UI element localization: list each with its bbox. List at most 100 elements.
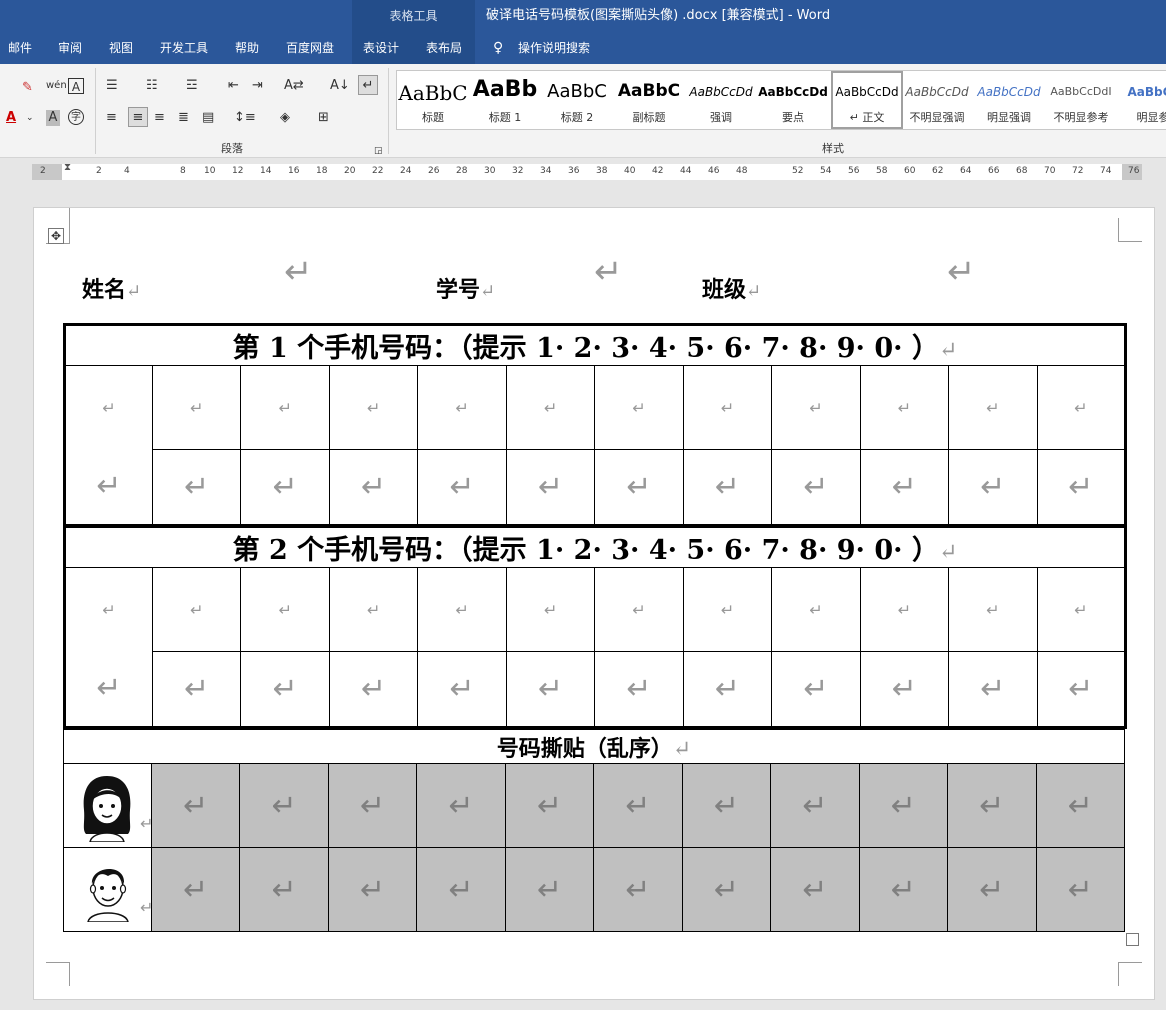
table-cell[interactable]: ↵ <box>947 763 1037 848</box>
table-cell[interactable]: ↵ <box>328 567 419 652</box>
borders-icon[interactable]: ⊞ <box>318 110 329 126</box>
table-cell[interactable]: ↵ <box>240 651 330 728</box>
table-cell[interactable]: ↵ <box>593 763 683 848</box>
style-normal[interactable]: AaBbCcDd ↵ 正文 <box>831 71 903 129</box>
multilevel-list-icon[interactable]: ☲ <box>186 78 198 94</box>
table-cell[interactable]: ↵ <box>417 365 507 450</box>
table-cell[interactable]: ↵ <box>240 365 330 450</box>
tell-me-search[interactable]: 操作说明搜索 <box>518 32 590 64</box>
bullets-icon[interactable]: ☰ <box>106 78 118 94</box>
table-cell[interactable]: ↵ <box>150 763 241 848</box>
table-cell[interactable]: ↵ <box>417 567 507 652</box>
table-cell[interactable]: ↵ <box>771 651 861 728</box>
table-cell[interactable]: ↵ <box>328 651 419 728</box>
decrease-indent-icon[interactable]: ⇤ <box>228 78 239 94</box>
paragraph-launcher-icon[interactable]: ◲ <box>374 143 383 159</box>
table-cell[interactable]: ↵ <box>859 365 950 450</box>
table-cell[interactable]: ↵ <box>1035 763 1126 848</box>
tab-help[interactable]: 帮助 <box>235 32 259 64</box>
table-cell[interactable]: ↵ <box>594 365 684 450</box>
table-move-handle-icon[interactable]: ✥ <box>48 228 64 244</box>
numbering-icon[interactable]: ☷ <box>146 78 158 94</box>
table-cell[interactable]: ↵ <box>858 847 949 932</box>
phonetic-guide-icon[interactable]: wén <box>46 78 67 94</box>
tab-mailings[interactable]: 邮件 <box>8 32 32 64</box>
table-cell[interactable]: ↵ <box>505 567 596 652</box>
table-cell[interactable]: ↵ <box>770 847 860 932</box>
increase-indent-icon[interactable]: ⇥ <box>252 78 263 94</box>
sort-icon[interactable]: A↓ <box>330 78 350 94</box>
style-intense-reference[interactable]: AaBbCc 明显参 <box>1117 71 1166 129</box>
tab-review[interactable]: 审阅 <box>58 32 82 64</box>
table-cell[interactable]: ↵ <box>594 449 684 526</box>
table-cell[interactable]: ↵ <box>593 847 683 932</box>
table-cell[interactable]: ↵ <box>239 763 329 848</box>
align-right-icon[interactable]: ≡ <box>154 110 165 126</box>
style-heading-2[interactable]: AaBbC 标题 2 <box>541 71 613 129</box>
table-cell[interactable]: ↵ <box>151 449 242 526</box>
table-cell[interactable]: ↵ <box>770 763 860 848</box>
table-cell[interactable]: ↵ <box>150 847 241 932</box>
table-cell[interactable]: ↵ <box>328 449 419 526</box>
table-cell[interactable]: ↵ <box>948 567 1038 652</box>
distributed-icon[interactable]: ▤ <box>202 110 214 126</box>
style-emphasis[interactable]: AaBbCcDd 强调 <box>685 71 757 129</box>
show-marks-icon[interactable]: ↵ <box>358 75 378 95</box>
table-cell[interactable]: ↵ <box>504 847 595 932</box>
tab-view[interactable]: 视图 <box>109 32 133 64</box>
table-cell[interactable]: ↵ <box>417 651 507 728</box>
style-subtle-emphasis[interactable]: AaBbCcDd 不明显强调 <box>901 71 973 129</box>
table-cell[interactable]: ↵ <box>858 763 949 848</box>
table-cell[interactable]: ↵ <box>504 763 595 848</box>
table-cell[interactable]: ↵ <box>151 567 242 652</box>
style-subtitle[interactable]: AaBbC 副标题 <box>613 71 685 129</box>
table-cell[interactable]: ↵ <box>947 847 1037 932</box>
table-cell[interactable]: ↵ <box>505 651 596 728</box>
table-cell[interactable]: ↵ <box>1035 847 1126 932</box>
tab-developer[interactable]: 开发工具 <box>160 32 208 64</box>
table-cell[interactable]: ↵ <box>682 449 773 526</box>
table-cell[interactable]: ↵ <box>594 651 684 728</box>
table-cell[interactable]: ↵ <box>1036 365 1127 450</box>
table-cell[interactable]: ↵ <box>682 567 773 652</box>
table-cell[interactable]: ↵ <box>594 567 684 652</box>
table-cell[interactable]: ↵ <box>416 847 506 932</box>
table-cell[interactable]: ↵ <box>1036 567 1127 652</box>
font-color-icon[interactable]: A <box>6 110 16 126</box>
table-cell[interactable]: ↵ <box>239 847 329 932</box>
table-cell[interactable]: ↵ <box>327 847 418 932</box>
style-title[interactable]: AaBbC 标题 <box>397 71 469 129</box>
tab-baidu-netdisk[interactable]: 百度网盘 <box>286 32 334 64</box>
table-cell[interactable]: ↵ <box>681 847 772 932</box>
table-cell[interactable]: ↵ <box>240 449 330 526</box>
table-cell[interactable]: ↵ <box>681 763 772 848</box>
horizontal-ruler[interactable]: 2 2 4 8 10 12 14 16 18 20 22 24 26 28 30… <box>32 162 1142 180</box>
style-heading-1[interactable]: AaBb 标题 1 <box>469 71 541 129</box>
table-cell[interactable]: ↵ <box>948 365 1038 450</box>
table-cell[interactable]: ↵ ↵ <box>64 567 153 728</box>
table-resize-handle-icon[interactable] <box>1126 933 1139 946</box>
table-cell[interactable]: ↵ <box>682 651 773 728</box>
table-cell[interactable]: ↵ <box>63 847 153 932</box>
table-cell[interactable]: ↵ ↵ <box>64 365 153 526</box>
table-cell[interactable]: ↵ <box>416 763 506 848</box>
table-cell[interactable]: ↵ <box>859 651 950 728</box>
table-cell[interactable]: ↵ <box>1036 449 1127 526</box>
table-cell[interactable]: ↵ <box>328 365 419 450</box>
table-cell[interactable]: ↵ <box>771 567 861 652</box>
table-cell[interactable]: ↵ <box>771 449 861 526</box>
table-cell[interactable]: ↵ <box>682 365 773 450</box>
table-cell[interactable]: ↵ <box>151 365 242 450</box>
char-shading-icon[interactable]: A <box>46 110 60 126</box>
line-spacing-icon[interactable]: ↕≡ <box>234 110 256 126</box>
table-cell[interactable]: ↵ <box>948 449 1038 526</box>
table-cell[interactable]: ↵ <box>859 449 950 526</box>
table-cell[interactable]: ↵ <box>771 365 861 450</box>
dropdown-arrow-icon[interactable]: ⌄ <box>26 110 34 126</box>
table-cell[interactable]: ↵ <box>63 763 153 848</box>
table-cell[interactable]: ↵ <box>948 651 1038 728</box>
style-subtle-reference[interactable]: AaBbCcDdI 不明显参考 <box>1045 71 1117 129</box>
table-cell[interactable]: ↵ <box>505 449 596 526</box>
table-cell[interactable]: ↵ <box>151 651 242 728</box>
shading-bucket-icon[interactable]: ◈ <box>280 110 290 126</box>
